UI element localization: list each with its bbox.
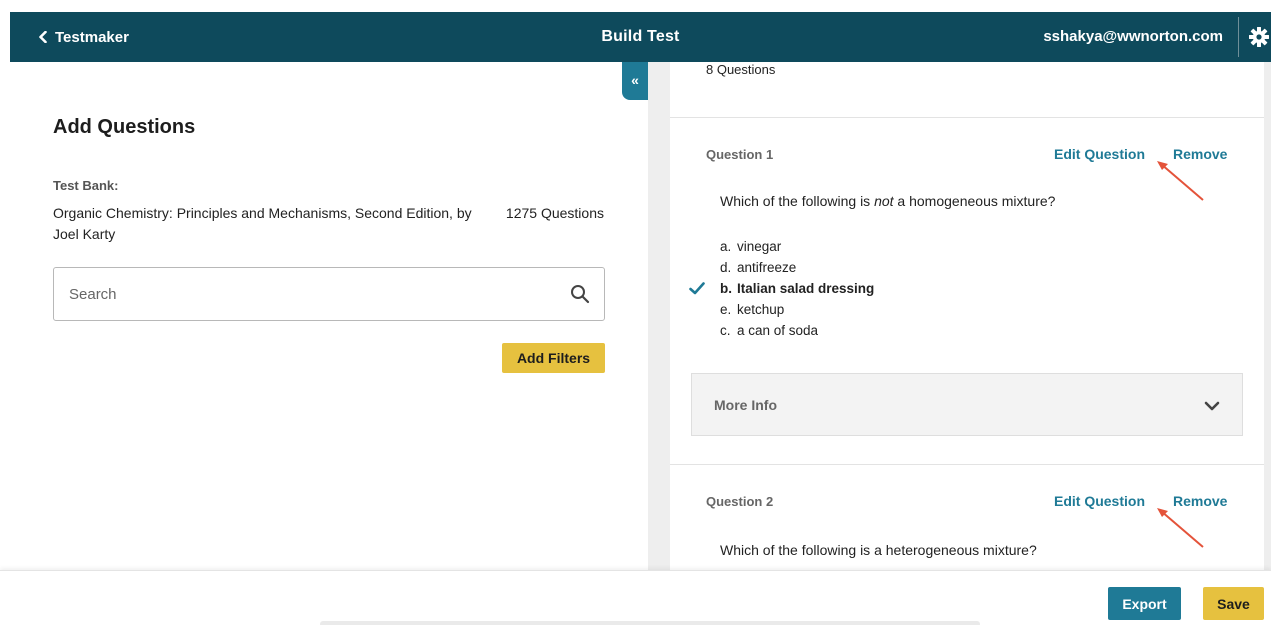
collapse-panel-button[interactable]: « [622,62,648,100]
search-box [53,267,605,321]
test-questions-panel: 8 Questions Question 1 Edit Question Rem… [648,62,1271,570]
answer-option: d. antifreeze [720,257,874,278]
test-bank-label: Test Bank: [53,178,119,193]
save-button[interactable]: Save [1203,587,1264,620]
answer-letter: c. [720,323,731,338]
question-1-text-part: a homogeneous mixture? [893,193,1056,209]
edit-question-2-button[interactable]: Edit Question [1054,493,1145,509]
chevron-left-icon [39,31,47,43]
answer-text: ketchup [737,302,785,317]
questions-list: 8 Questions Question 1 Edit Question Rem… [670,62,1264,570]
annotation-arrow-icon [1157,508,1204,548]
answer-option-correct: b. Italian salad dressing [689,278,875,299]
answer-text: a can of soda [737,323,819,338]
more-info-accordion[interactable]: More Info [691,373,1243,436]
add-questions-heading: Add Questions [53,116,196,138]
question-1-text-part: Which of the following is [720,193,875,209]
answer-text: antifreeze [737,260,797,275]
question-1-heading: Question 1 [706,147,774,162]
question-1-text-emphasis: not [874,193,894,209]
back-label: Testmaker [55,28,129,46]
answer-letter: d. [720,260,732,275]
add-questions-panel: Add Questions Test Bank: Organic Chemist… [10,62,648,570]
annotation-arrow-icon [1157,161,1204,201]
question-2-heading: Question 2 [706,494,774,509]
chevron-down-icon [1204,401,1220,411]
page: Testmaker Build Test sshakya@wwnorton.co… [0,0,1271,625]
edit-question-1-button[interactable]: Edit Question [1054,146,1145,162]
scroll-shadow [320,621,980,625]
answer-letter: e. [720,302,732,317]
answer-text: Italian salad dressing [737,281,875,296]
question-count: 8 Questions [706,62,776,77]
gear-icon[interactable] [1247,25,1271,49]
bottom-action-bar: Export Save [0,570,1271,625]
test-bank-question-count: 1275 Questions [505,205,604,221]
answer-option: e. ketchup [720,299,874,320]
answer-option: a. vinegar [720,236,874,257]
more-info-label: More Info [714,397,777,413]
checkmark-icon [689,282,705,295]
user-email[interactable]: sshakya@wwnorton.com [1043,12,1223,62]
question-1-text: Which of the following is not a homogene… [720,193,1055,209]
question-2-text: Which of the following is a heterogeneou… [720,542,1037,558]
divider [670,117,1264,118]
search-icon[interactable] [570,284,590,304]
search-input[interactable] [54,268,554,320]
test-bank-name: Organic Chemistry: Principles and Mechan… [53,205,472,242]
answer-letter: b. [720,281,732,296]
answer-letter: a. [720,239,732,254]
divider [670,464,1264,465]
top-bar: Testmaker Build Test sshakya@wwnorton.co… [10,12,1271,62]
answer-option: c. a can of soda [720,320,874,341]
back-to-testmaker-link[interactable]: Testmaker [38,12,129,62]
add-filters-button[interactable]: Add Filters [502,343,605,373]
export-button[interactable]: Export [1108,587,1181,620]
topbar-divider [1238,17,1239,57]
answer-text: vinegar [737,239,782,254]
answer-list: a. vinegar d. antifreeze b. Italian salad d… [689,236,875,341]
